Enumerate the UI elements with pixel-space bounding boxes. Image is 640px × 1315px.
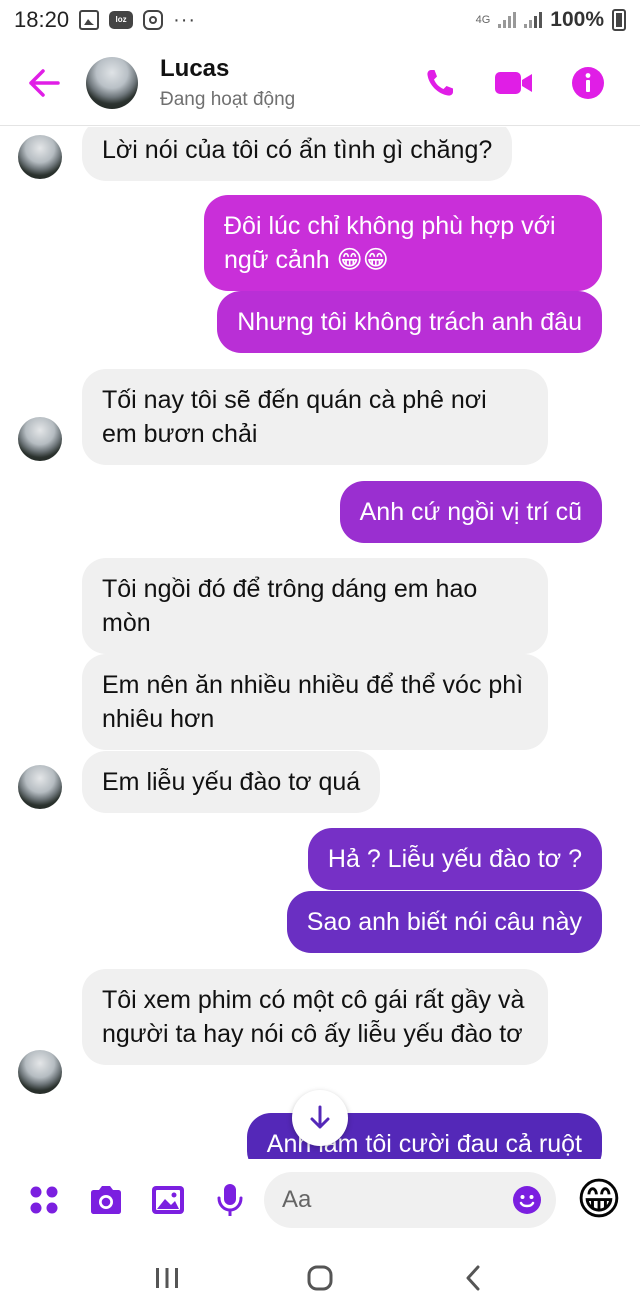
recent-apps-button[interactable] <box>137 1248 197 1308</box>
message-bubble-incoming[interactable]: Tôi ngồi đó để trông dáng em hao mòn <box>82 558 548 654</box>
camera-icon <box>91 1186 121 1214</box>
gallery-button[interactable] <box>148 1180 188 1220</box>
loz-app-icon: loz <box>109 11 134 29</box>
message-bubble-outgoing[interactable]: Anh cứ ngồi vị trí cũ <box>339 481 602 543</box>
voice-record-button[interactable] <box>210 1180 250 1220</box>
battery-icon <box>612 9 626 31</box>
quick-reaction-emoji-button[interactable]: 😁 <box>576 1176 622 1224</box>
message-bubble-incoming[interactable]: Tối nay tôi sẽ đến quán cà phê nơi em bư… <box>82 369 548 465</box>
message-bubble-outgoing[interactable]: Sao anh biết nói câu này <box>286 891 602 953</box>
contact-name: Lucas <box>160 54 230 82</box>
message-input[interactable] <box>282 1186 502 1214</box>
voice-call-button[interactable] <box>416 59 464 107</box>
sender-avatar[interactable] <box>18 1050 62 1094</box>
message-bubble-outgoing[interactable]: Hả ? Liễu yếu đào tơ ? <box>307 828 602 890</box>
signal-icon <box>498 12 517 28</box>
conversation-info-button[interactable] <box>564 59 612 107</box>
contact-info[interactable]: Lucas Đang hoạt động <box>160 55 295 111</box>
sender-avatar[interactable] <box>18 417 62 461</box>
system-navigation-bar <box>0 1240 640 1315</box>
microphone-icon <box>217 1184 243 1216</box>
contact-status: Đang hoạt động <box>160 88 296 110</box>
sender-avatar[interactable] <box>18 135 62 179</box>
message-list[interactable]: Lời nói của tôi có ẩn tình gì chăng? Đôi… <box>0 127 640 1159</box>
more-actions-button[interactable] <box>24 1180 64 1220</box>
video-camera-icon <box>495 71 532 94</box>
camera-button[interactable] <box>86 1180 126 1220</box>
home-button[interactable] <box>290 1248 350 1308</box>
sender-avatar[interactable] <box>18 765 62 809</box>
back-nav-button[interactable] <box>443 1248 503 1308</box>
signal-icon-2 <box>524 12 543 28</box>
arrow-down-icon <box>310 1105 330 1129</box>
conversation-header: Lucas Đang hoạt động <box>0 40 640 126</box>
info-icon <box>572 66 604 99</box>
emoji-picker-icon[interactable] <box>512 1185 542 1215</box>
video-call-button[interactable] <box>490 59 538 107</box>
gallery-notification-icon <box>79 10 100 30</box>
scroll-to-bottom-button[interactable] <box>292 1090 348 1146</box>
message-composer: 😁 <box>0 1160 640 1240</box>
four-dots-icon <box>30 1186 58 1214</box>
message-bubble-outgoing[interactable]: Đôi lúc chỉ không phù hợp với ngữ cảnh 😁… <box>204 195 602 291</box>
message-bubble-incoming[interactable]: Em nên ăn nhiều nhiều để thể vóc phì nhi… <box>82 654 548 750</box>
recent-apps-icon <box>155 1267 178 1288</box>
instagram-notification-icon <box>143 10 164 30</box>
message-bubble-outgoing[interactable]: Nhưng tôi không trách anh đâu <box>217 291 602 353</box>
contact-avatar[interactable] <box>86 56 138 109</box>
home-icon <box>307 1265 333 1290</box>
message-bubble-incoming[interactable]: Tôi xem phim có một cô gái rất gầy và ng… <box>82 969 548 1065</box>
more-notifications-icon: ··· <box>173 8 197 31</box>
status-bar: 18:20 loz ··· 4G 100% <box>0 0 640 40</box>
network-type: 4G <box>475 14 491 26</box>
back-arrow-icon <box>29 68 60 97</box>
message-input-field[interactable] <box>264 1172 556 1228</box>
message-bubble-incoming[interactable]: Lời nói của tôi có ẩn tình gì chăng? <box>82 127 513 181</box>
battery-percent: 100% <box>550 8 604 31</box>
message-bubble-incoming[interactable]: Em liễu yếu đào tơ quá <box>82 751 381 813</box>
image-icon <box>152 1186 184 1214</box>
phone-icon <box>427 69 453 96</box>
chevron-left-icon <box>466 1265 480 1290</box>
status-time: 18:20 <box>14 7 70 32</box>
back-button[interactable] <box>12 51 76 115</box>
